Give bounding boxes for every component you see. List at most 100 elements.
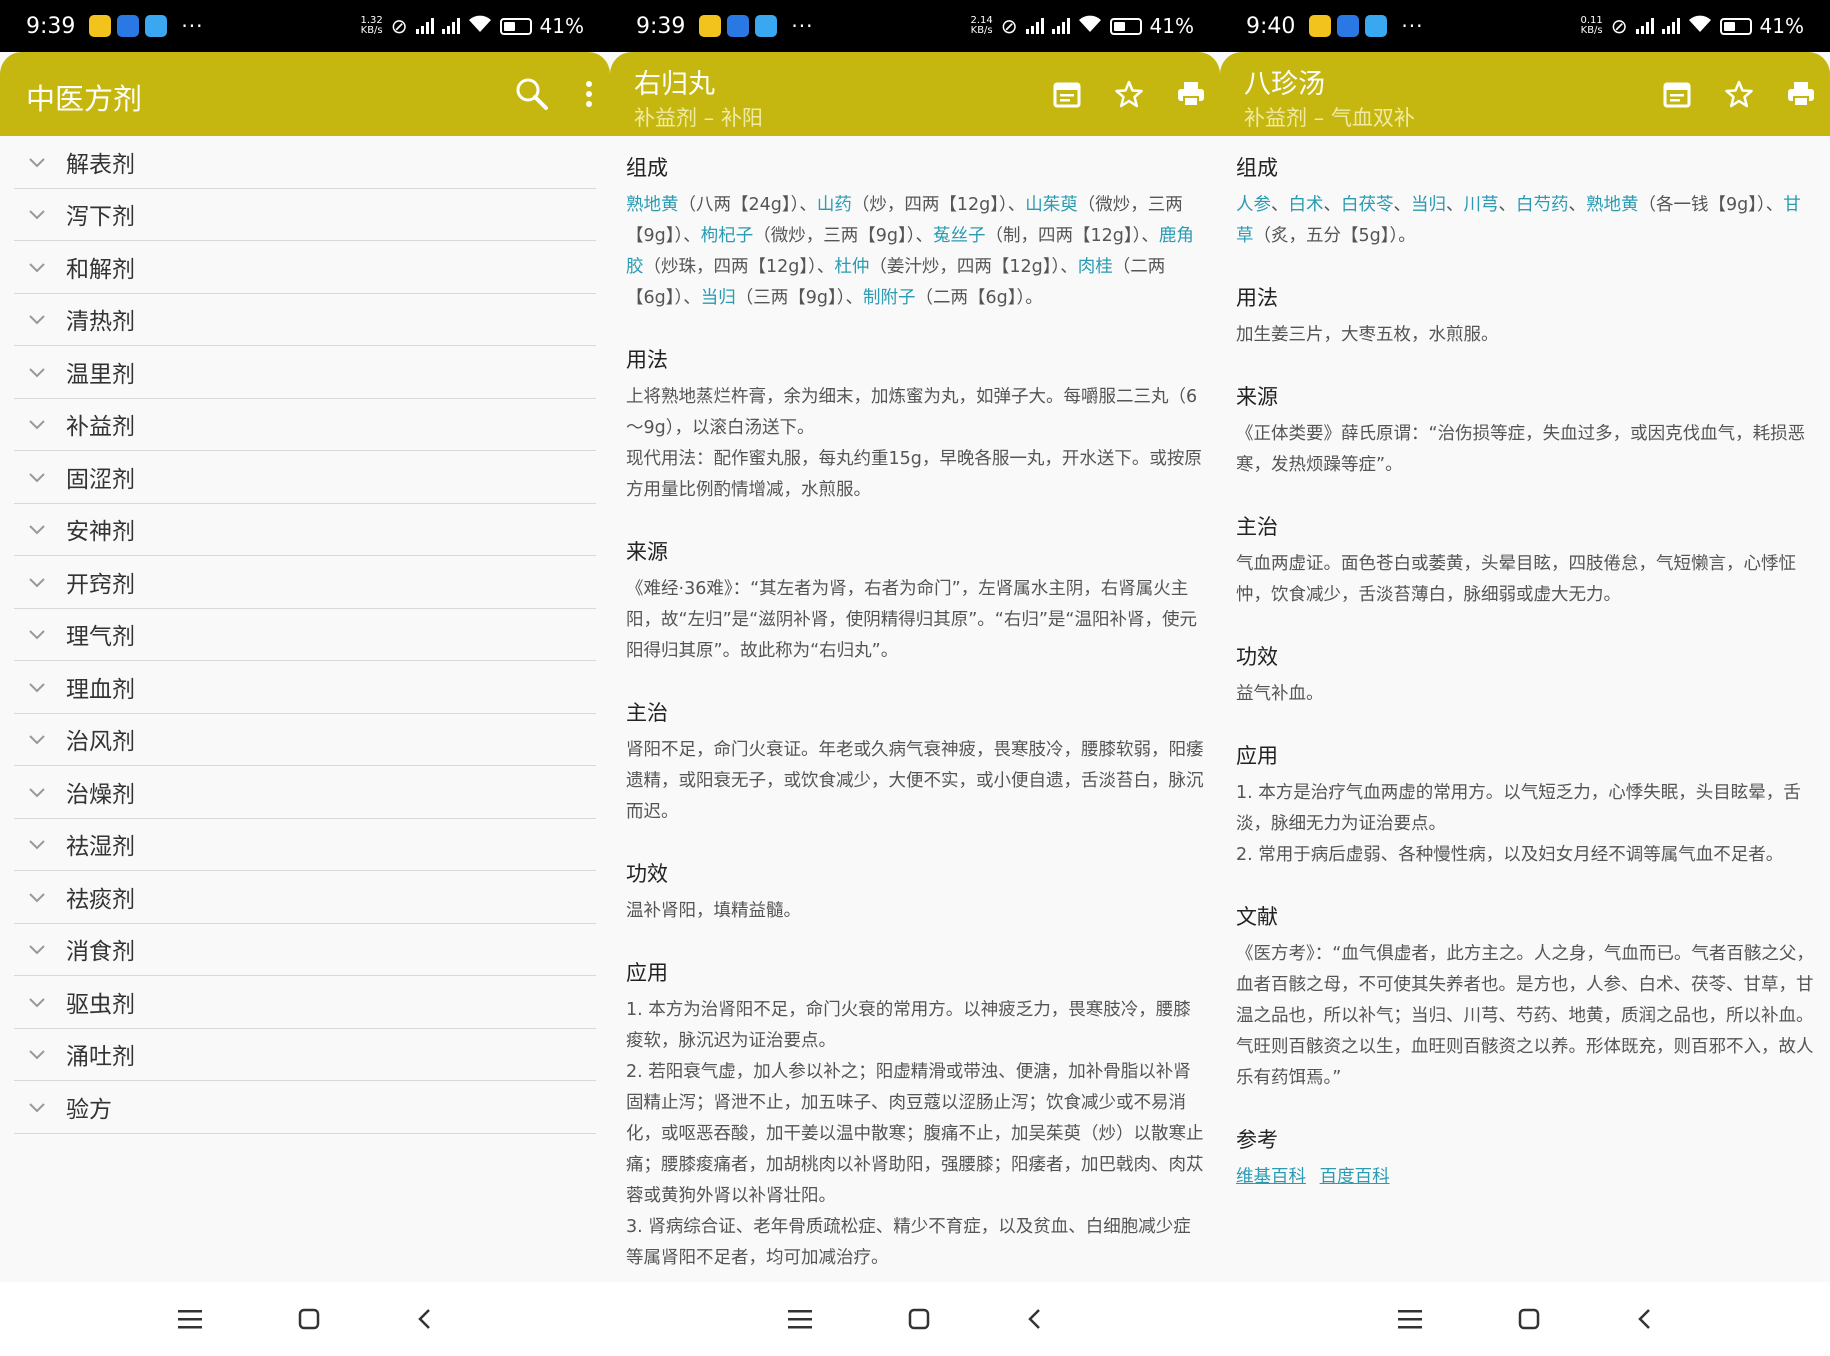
category-item[interactable]: 和解剂 [14, 241, 596, 294]
print-icon[interactable] [1786, 79, 1816, 109]
herb-link[interactable]: 菟丝子 [933, 226, 986, 246]
category-item[interactable]: 理血剂 [14, 661, 596, 714]
menu-icon[interactable] [178, 1309, 202, 1329]
notification-app-icon [1309, 15, 1332, 37]
herb-link[interactable]: 白茯苓 [1341, 195, 1394, 215]
category-item[interactable]: 验方 [14, 1081, 596, 1134]
category-item[interactable]: 祛湿剂 [14, 819, 596, 871]
notification-app-icon [755, 15, 778, 37]
usage-modern-text: 现代用法：配作蜜丸服，每丸约重15g，早晚各服一丸，开水送下。或按原方用量比例酌… [626, 449, 1202, 500]
signal-hd-icon [441, 18, 460, 34]
wifi-icon [468, 14, 492, 38]
back-icon[interactable] [1026, 1308, 1042, 1330]
herb-link[interactable]: 制附子 [863, 288, 916, 308]
menu-icon[interactable] [1398, 1309, 1422, 1329]
back-icon[interactable] [416, 1308, 432, 1330]
battery-percent: 41% [1149, 14, 1194, 38]
notification-app-icon [1365, 15, 1388, 37]
reference-link-baidu[interactable]: 百度百科 [1320, 1167, 1390, 1187]
category-item[interactable]: 涌吐剂 [14, 1029, 596, 1081]
category-item[interactable]: 固涩剂 [14, 451, 596, 504]
section-heading: 组成 [1236, 156, 1278, 180]
separator: 、 [1323, 195, 1342, 215]
separator: 、 [1393, 195, 1412, 215]
herb-link[interactable]: 山药 [817, 195, 852, 215]
herb-link[interactable]: 白芍药 [1516, 195, 1569, 215]
herb-link[interactable]: 当归 [1411, 195, 1446, 215]
section-composition: 组成 人参、白术、白茯苓、当归、川芎、白芍药、熟地黄（各一钱【9g】）、甘草（炙… [1236, 152, 1816, 252]
section-usage: 用法 上将熟地蒸烂杵膏，余为细末，加炼蜜为丸，如弹子大。每嚼服二三丸（6～9g）… [626, 344, 1206, 506]
herb-link[interactable]: 当归 [701, 288, 736, 308]
herb-dosage: （八两【24g】）、 [678, 195, 817, 215]
notification-app-icon [89, 15, 112, 37]
herb-link[interactable]: 白术 [1289, 195, 1324, 215]
category-item[interactable]: 清热剂 [14, 294, 596, 346]
formula-subtitle: 补益剂 – 补阳 [634, 106, 763, 130]
category-item[interactable]: 祛痰剂 [14, 871, 596, 924]
herb-link[interactable]: 杜仲 [834, 257, 869, 277]
herb-dosage: （姜汁炒，四两【12g】）、 [869, 257, 1078, 277]
category-item[interactable]: 泻下剂 [14, 189, 596, 241]
herb-link[interactable]: 枸杞子 [701, 226, 754, 246]
herb-link[interactable]: 熟地黄 [626, 195, 679, 215]
separator: 、 [1271, 195, 1289, 215]
chevron-down-icon [14, 201, 66, 227]
literature-text: 《医方考》：“血气俱虚者，此方主之。人之身，气血而已。气者百骸之父，血者百骸之母… [1236, 944, 1814, 1088]
more-notifications-icon: ··· [1401, 14, 1424, 38]
section-heading: 功效 [1236, 645, 1278, 669]
search-icon[interactable] [514, 76, 550, 112]
category-item[interactable]: 治燥剂 [14, 766, 596, 819]
category-item[interactable]: 开窍剂 [14, 556, 596, 609]
screen-formula-detail: 9:40 ··· 0.11KB/s ⊘ 41% 八珍汤 补益剂 – 气血双补 [1220, 0, 1830, 1356]
chevron-down-icon [14, 779, 66, 805]
reference-link-wikipedia[interactable]: 维基百科 [1236, 1167, 1306, 1187]
category-item[interactable]: 补益剂 [14, 399, 596, 451]
home-icon[interactable] [908, 1308, 930, 1330]
chevron-down-icon [14, 989, 66, 1015]
herb-link[interactable]: 川芎 [1464, 195, 1499, 215]
screen-formula-detail: 9:39 ··· 2.14 KB/s ⊘ 41% 右归丸 补益剂 – 补阳 组成… [610, 0, 1220, 1356]
herb-link[interactable]: 熟地黄 [1586, 195, 1639, 215]
app-bar: 右归丸 补益剂 – 补阳 [610, 52, 1220, 136]
star-icon[interactable] [1114, 79, 1144, 109]
signal-icon [1025, 18, 1044, 34]
category-item[interactable]: 温里剂 [14, 346, 596, 399]
composition-text: 熟地黄（八两【24g】）、山药（炒，四两【12g】）、山茱萸 （微炒，三两【9g】… [626, 190, 1206, 314]
category-item[interactable]: 驱虫剂 [14, 976, 596, 1029]
section-source: 来源 《难经·36难》：“其左者为肾，右者为命门”，左肾属水主阴，右肾属火主阳，… [626, 536, 1206, 667]
herb-link[interactable]: 人参 [1236, 195, 1271, 215]
formula-content: 组成 人参、白术、白茯苓、当归、川芎、白芍药、熟地黄（各一钱【9g】）、甘草（炙… [1220, 136, 1830, 1193]
section-heading: 文献 [1236, 905, 1278, 929]
home-icon[interactable] [298, 1308, 320, 1330]
chevron-down-icon [14, 516, 66, 542]
category-label: 理气剂 [66, 624, 135, 651]
calendar-icon[interactable] [1662, 79, 1692, 109]
more-notifications-icon: ··· [181, 14, 204, 38]
category-item[interactable]: 治风剂 [14, 714, 596, 766]
category-item[interactable]: 消食剂 [14, 924, 596, 976]
category-label: 理血剂 [66, 676, 135, 703]
print-icon[interactable] [1176, 79, 1206, 109]
star-icon[interactable] [1724, 79, 1754, 109]
calendar-icon[interactable] [1052, 79, 1082, 109]
back-icon[interactable] [1636, 1308, 1652, 1330]
herb-link[interactable]: 山茱萸 [1025, 195, 1078, 215]
section-composition: 组成 熟地黄（八两【24g】）、山药（炒，四两【12g】）、山茱萸 （微炒，三两【… [626, 152, 1206, 314]
efficacy-text: 益气补血。 [1236, 684, 1324, 704]
notification-app-icon [727, 15, 750, 37]
source-text: 《正体类要》薛氏原谓：“治伤损等症，失血过多，或因克伐血气，耗损恶寒，发热烦躁等… [1236, 424, 1806, 475]
more-vert-icon[interactable] [582, 79, 596, 109]
home-icon[interactable] [1518, 1308, 1540, 1330]
category-item[interactable]: 解表剂 [14, 136, 596, 189]
signal-icon [1635, 18, 1654, 34]
herb-link[interactable]: 肉桂 [1078, 257, 1113, 277]
category-label: 祛痰剂 [66, 886, 135, 913]
category-item[interactable]: 理气剂 [14, 609, 596, 661]
application-item: 1. 本方是治疗气血两虚的常用方。以气短乏力，心悸失眠，头目眩晕，舌淡，脉细无力… [1236, 783, 1801, 834]
nav-bar [1220, 1282, 1830, 1356]
menu-icon[interactable] [788, 1309, 812, 1329]
application-item: 1. 本方为治肾阳不足，命门火衰的常用方。以神疲乏力，畏寒肢冷，腰膝痠软，脉沉迟… [626, 1000, 1191, 1051]
category-item[interactable]: 安神剂 [14, 504, 596, 556]
mute-icon: ⊘ [1000, 14, 1018, 38]
chevron-down-icon [14, 1094, 66, 1120]
